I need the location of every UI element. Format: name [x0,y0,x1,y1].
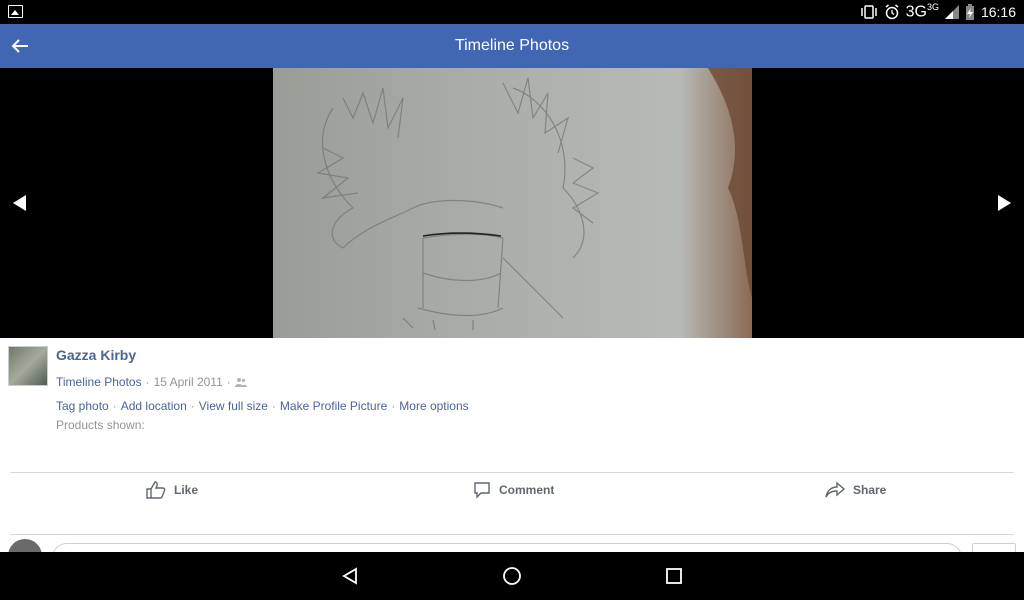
signal-icon [944,5,959,19]
make-profile-picture-link[interactable]: Make Profile Picture [280,399,387,413]
post-meta: Timeline Photos · 15 April 2011 · [56,375,247,389]
sketch-drawing [316,68,752,331]
alarm-icon [885,4,899,20]
comment-input[interactable] [52,543,962,552]
app-bar: Timeline Photos [0,24,1024,68]
timeline-photo[interactable] [273,68,752,338]
meta-separator: · [145,375,150,389]
back-triangle-icon [342,567,357,585]
author-name[interactable]: Gazza Kirby [56,347,136,363]
products-shown-label: Products shown: [56,418,145,432]
thumbs-up-icon [146,481,166,499]
clock: 16:16 [980,4,1016,20]
photo-viewer [0,68,1024,338]
friends-icon [234,378,247,387]
nav-back-button[interactable] [338,564,362,588]
add-location-link[interactable]: Add location [121,399,187,413]
nav-home-button[interactable] [500,564,524,588]
view-full-size-link[interactable]: View full size [199,399,268,413]
comment-composer [0,535,1024,552]
system-nav-bar [0,552,1024,600]
tag-photo-link[interactable]: Tag photo [56,399,109,413]
network-type: 3G3G [905,2,939,21]
triangle-right-icon [998,195,1011,211]
gallery-notification-icon [8,5,23,18]
share-label: Share [853,483,887,497]
comment-icon [474,482,490,499]
status-bar: 3G3G 16:16 [0,0,1024,24]
meta-separator: · [226,375,231,389]
album-link[interactable]: Timeline Photos [56,375,142,389]
avatar [8,539,42,552]
status-indicators: 3G3G 16:16 [860,0,1016,24]
reaction-bar: Like Comment Share [0,472,1024,508]
share-button[interactable]: Share [825,472,886,508]
share-icon [825,481,845,498]
recents-square-icon [666,568,682,584]
post-details: Gazza Kirby Timeline Photos · 15 April 2… [0,338,1024,552]
page-title: Timeline Photos [454,37,570,54]
next-photo-button[interactable] [994,193,1014,213]
photo-actions: Tag photo · Add location · View full siz… [56,399,469,413]
comment-label: Comment [499,483,555,497]
avatar[interactable] [8,346,48,386]
like-button[interactable]: Like [146,472,198,508]
vibrate-icon [860,5,877,19]
battery-charging-icon [965,4,974,20]
comment-button[interactable]: Comment [473,472,554,508]
post-date[interactable]: 15 April 2011 [154,375,223,389]
comment-post-button[interactable] [972,543,1016,552]
nav-recents-button[interactable] [662,564,686,588]
previous-photo-button[interactable] [10,193,30,213]
home-circle-icon [503,567,521,585]
more-options-link[interactable]: More options [399,399,468,413]
like-label: Like [174,483,199,497]
triangle-left-icon [13,195,26,211]
